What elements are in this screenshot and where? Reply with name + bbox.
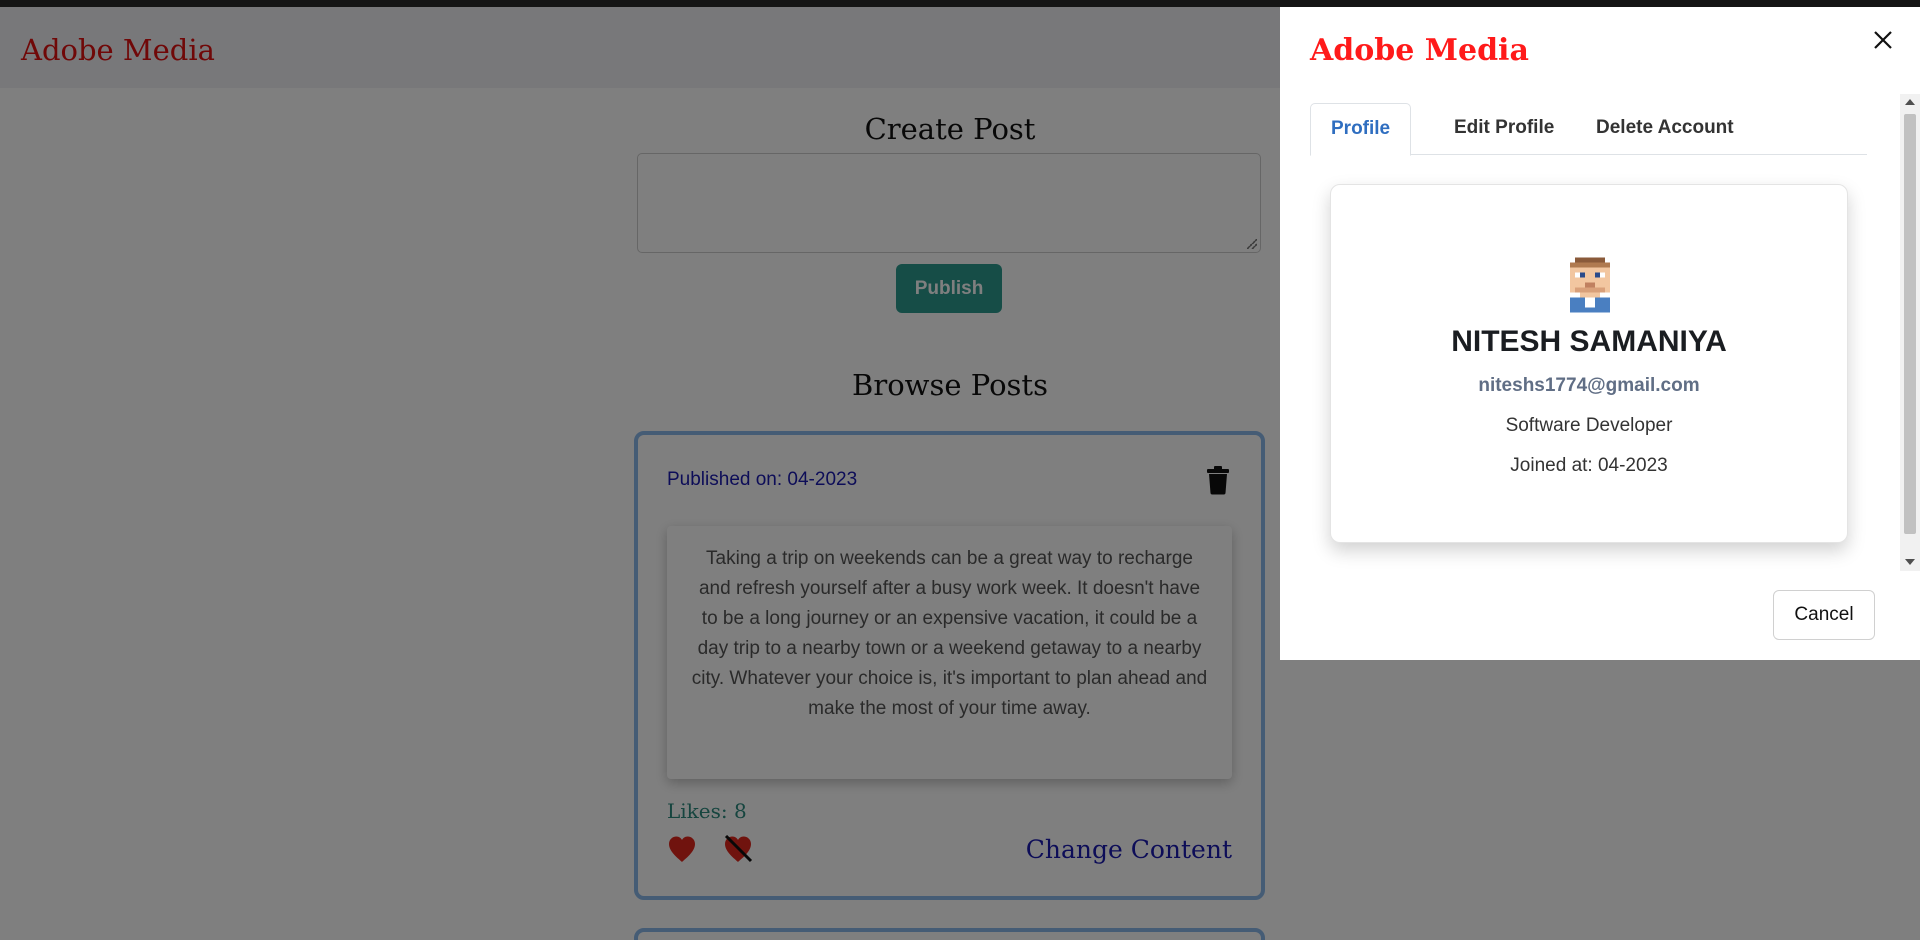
profile-tabs: Profile Edit Profile Delete Account — [1310, 103, 1867, 156]
profile-email: niteshs1774@gmail.com — [1478, 375, 1700, 396]
tab-delete-account[interactable]: Delete Account — [1576, 103, 1754, 155]
close-icon[interactable] — [1872, 29, 1894, 51]
profile-card: NITESH SAMANIYA niteshs1774@gmail.com So… — [1330, 184, 1848, 543]
tab-profile[interactable]: Profile — [1310, 103, 1412, 156]
scrollbar[interactable] — [1900, 94, 1920, 571]
profile-offcanvas: Adobe Media Profile Edit Profile Delete … — [1280, 7, 1920, 660]
offcanvas-title: Adobe Media — [1310, 33, 1529, 68]
scroll-up-icon[interactable] — [1905, 99, 1915, 105]
offcanvas-body: Profile Edit Profile Delete Account NITE… — [1280, 94, 1920, 571]
profile-joined: Joined at: 04-2023 — [1510, 455, 1668, 476]
tab-edit-profile[interactable]: Edit Profile — [1434, 103, 1574, 155]
scroll-down-icon[interactable] — [1905, 559, 1915, 565]
avatar — [1570, 257, 1610, 313]
profile-name: NITESH SAMANIYA — [1451, 325, 1727, 358]
profile-role: Software Developer — [1505, 415, 1673, 436]
scrollbar-thumb[interactable] — [1904, 114, 1916, 534]
cancel-button[interactable]: Cancel — [1773, 590, 1875, 640]
